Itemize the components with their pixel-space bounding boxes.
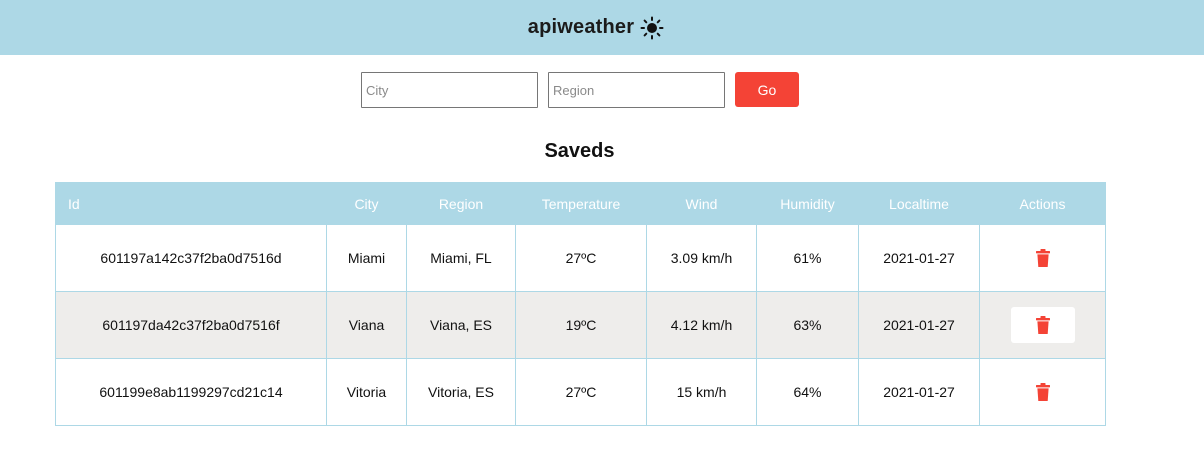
table-header: Id City Region Temperature Wind Humidity…: [55, 182, 1106, 225]
cell-region: Vitoria, ES: [406, 358, 516, 426]
sun-icon: [640, 16, 664, 39]
cell-region: Miami, FL: [406, 224, 516, 292]
column-header-localtime: Localtime: [858, 182, 980, 225]
cell-actions: [979, 358, 1106, 426]
trash-icon: [1035, 249, 1050, 267]
header-row: Id City Region Temperature Wind Humidity…: [55, 182, 1106, 225]
saved-table: Id City Region Temperature Wind Humidity…: [55, 182, 1106, 426]
cell-region: Viana, ES: [406, 291, 516, 359]
column-header-temperature: Temperature: [515, 182, 647, 225]
table-row: 601197a142c37f2ba0d7516d Miami Miami, FL…: [55, 224, 1106, 292]
cell-wind: 15 km/h: [646, 358, 757, 426]
column-header-wind: Wind: [646, 182, 757, 225]
cell-temperature: 27ºC: [515, 358, 647, 426]
cell-wind: 4.12 km/h: [646, 291, 757, 359]
column-header-region: Region: [406, 182, 516, 225]
trash-icon: [1035, 316, 1050, 334]
cell-temperature: 19ºC: [515, 291, 647, 359]
cell-id: 601199e8ab1199297cd21c14: [55, 358, 327, 426]
cell-actions: [979, 291, 1106, 359]
cell-wind: 3.09 km/h: [646, 224, 757, 292]
city-input[interactable]: [361, 72, 538, 108]
cell-city: Vitoria: [326, 358, 407, 426]
cell-city: Miami: [326, 224, 407, 292]
cell-humidity: 61%: [756, 224, 859, 292]
saved-section-title: Saveds: [544, 140, 615, 162]
cell-localtime: 2021-01-27: [858, 224, 980, 292]
cell-temperature: 27ºC: [515, 224, 647, 292]
column-header-humidity: Humidity: [756, 182, 859, 225]
column-header-id: Id: [55, 182, 327, 225]
cell-localtime: 2021-01-27: [858, 358, 980, 426]
delete-button[interactable]: [1010, 307, 1075, 343]
column-header-actions: Actions: [979, 182, 1106, 225]
go-button[interactable]: Go: [735, 72, 799, 107]
trash-icon: [1035, 383, 1050, 401]
cell-humidity: 63%: [756, 291, 859, 359]
delete-button[interactable]: [1011, 240, 1075, 276]
app-title: apiweather: [527, 16, 635, 38]
cell-city: Viana: [326, 291, 407, 359]
region-input[interactable]: [548, 72, 725, 108]
table-row: 601199e8ab1199297cd21c14 Vitoria Vitoria…: [55, 358, 1106, 426]
cell-id: 601197da42c37f2ba0d7516f: [55, 291, 327, 359]
table-row: 601197da42c37f2ba0d7516f Viana Viana, ES…: [55, 291, 1106, 359]
column-header-city: City: [326, 182, 407, 225]
table-body: 601197a142c37f2ba0d7516d Miami Miami, FL…: [55, 224, 1106, 426]
cell-humidity: 64%: [756, 358, 859, 426]
brand: apiweather: [528, 16, 664, 40]
top-bar: apiweather: [0, 0, 1204, 55]
cell-actions: [979, 224, 1106, 292]
delete-button[interactable]: [1011, 374, 1075, 410]
cell-localtime: 2021-01-27: [858, 291, 980, 359]
cell-id: 601197a142c37f2ba0d7516d: [55, 224, 327, 292]
